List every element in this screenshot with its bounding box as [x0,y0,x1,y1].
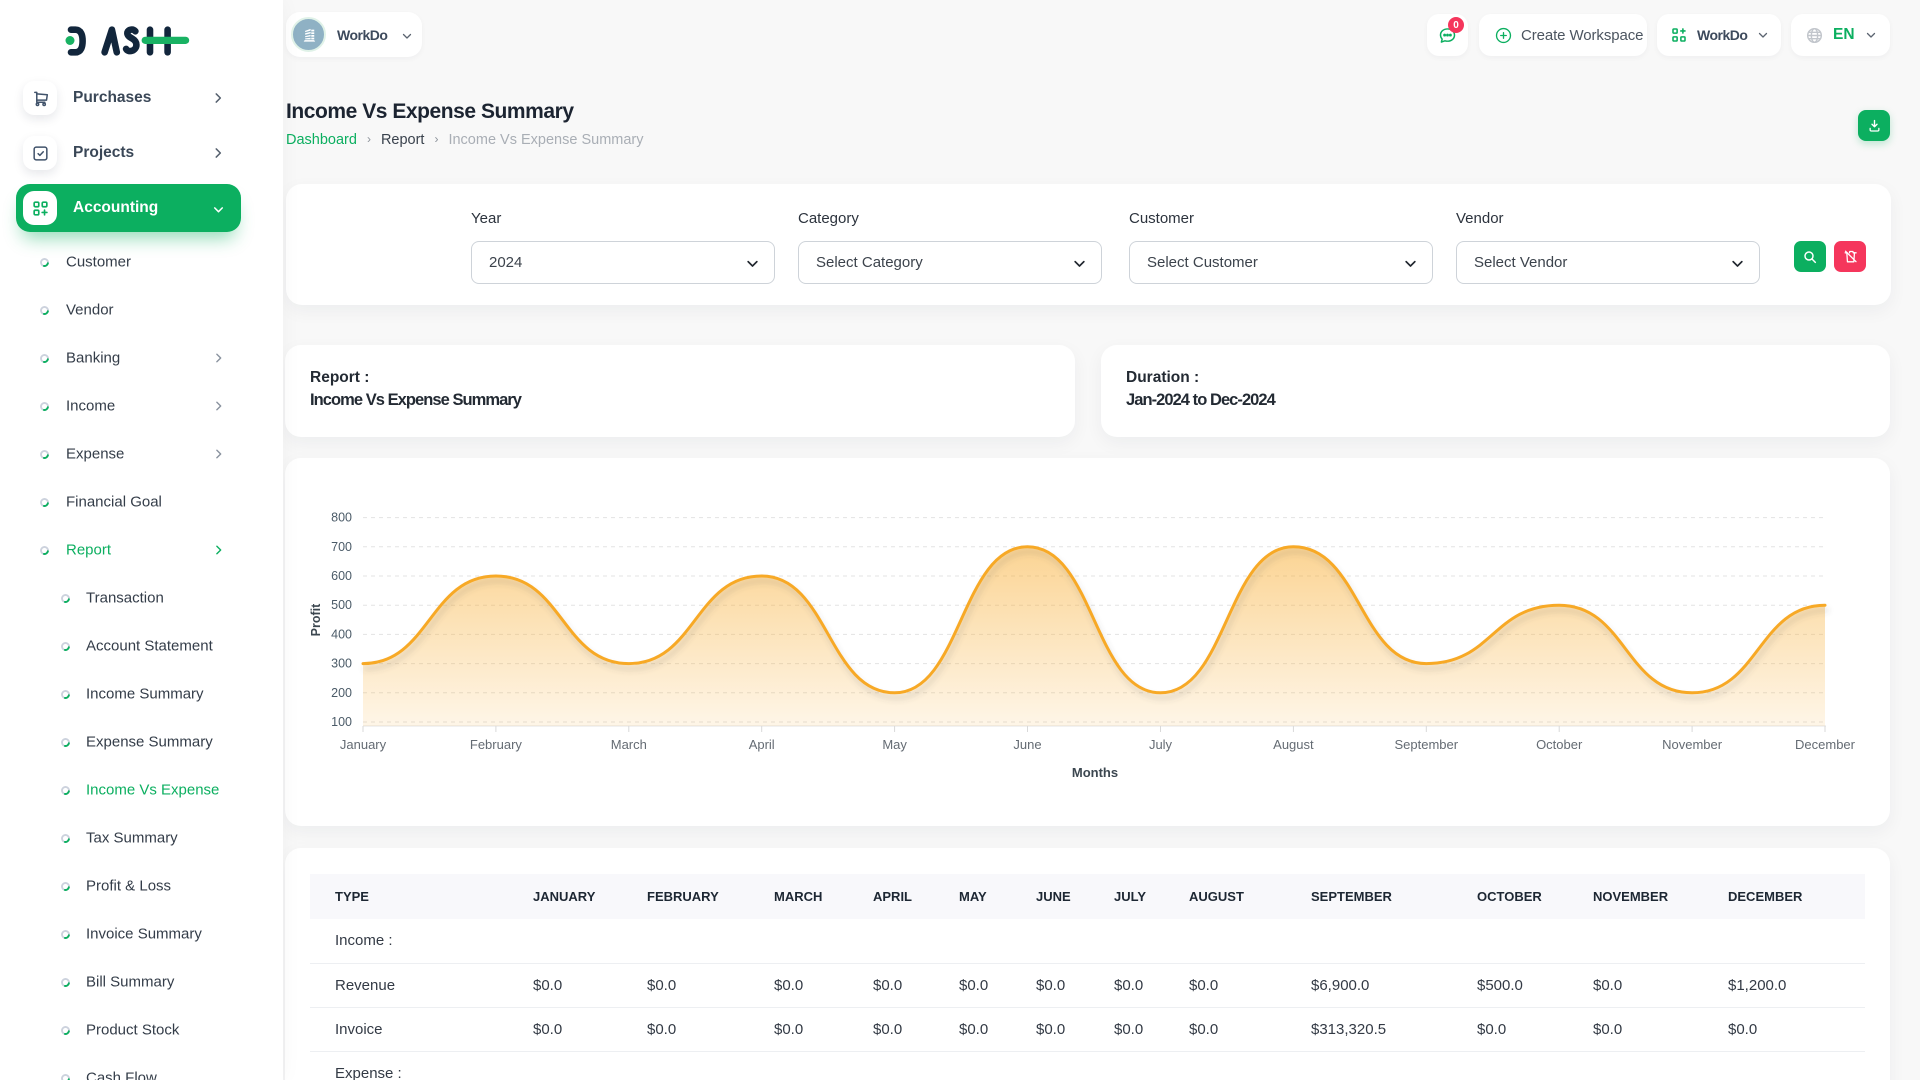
svg-text:February: February [470,737,523,752]
svg-text:August: August [1273,737,1314,752]
svg-text:June: June [1013,737,1041,752]
svg-text:March: March [611,737,647,752]
svg-text:April: April [749,737,775,752]
svg-text:600: 600 [331,569,352,583]
svg-text:December: December [1795,737,1856,752]
svg-text:October: October [1536,737,1583,752]
svg-text:700: 700 [331,540,352,554]
svg-text:July: July [1149,737,1173,752]
svg-text:100: 100 [331,715,352,729]
svg-text:November: November [1662,737,1723,752]
svg-text:500: 500 [331,598,352,612]
svg-text:Profit: Profit [309,603,323,636]
svg-text:January: January [340,737,387,752]
svg-text:300: 300 [331,657,352,671]
svg-text:Months: Months [1072,765,1118,780]
svg-text:200: 200 [331,686,352,700]
svg-text:800: 800 [331,511,352,525]
svg-text:May: May [882,737,907,752]
svg-text:400: 400 [331,627,352,641]
svg-text:September: September [1395,737,1459,752]
